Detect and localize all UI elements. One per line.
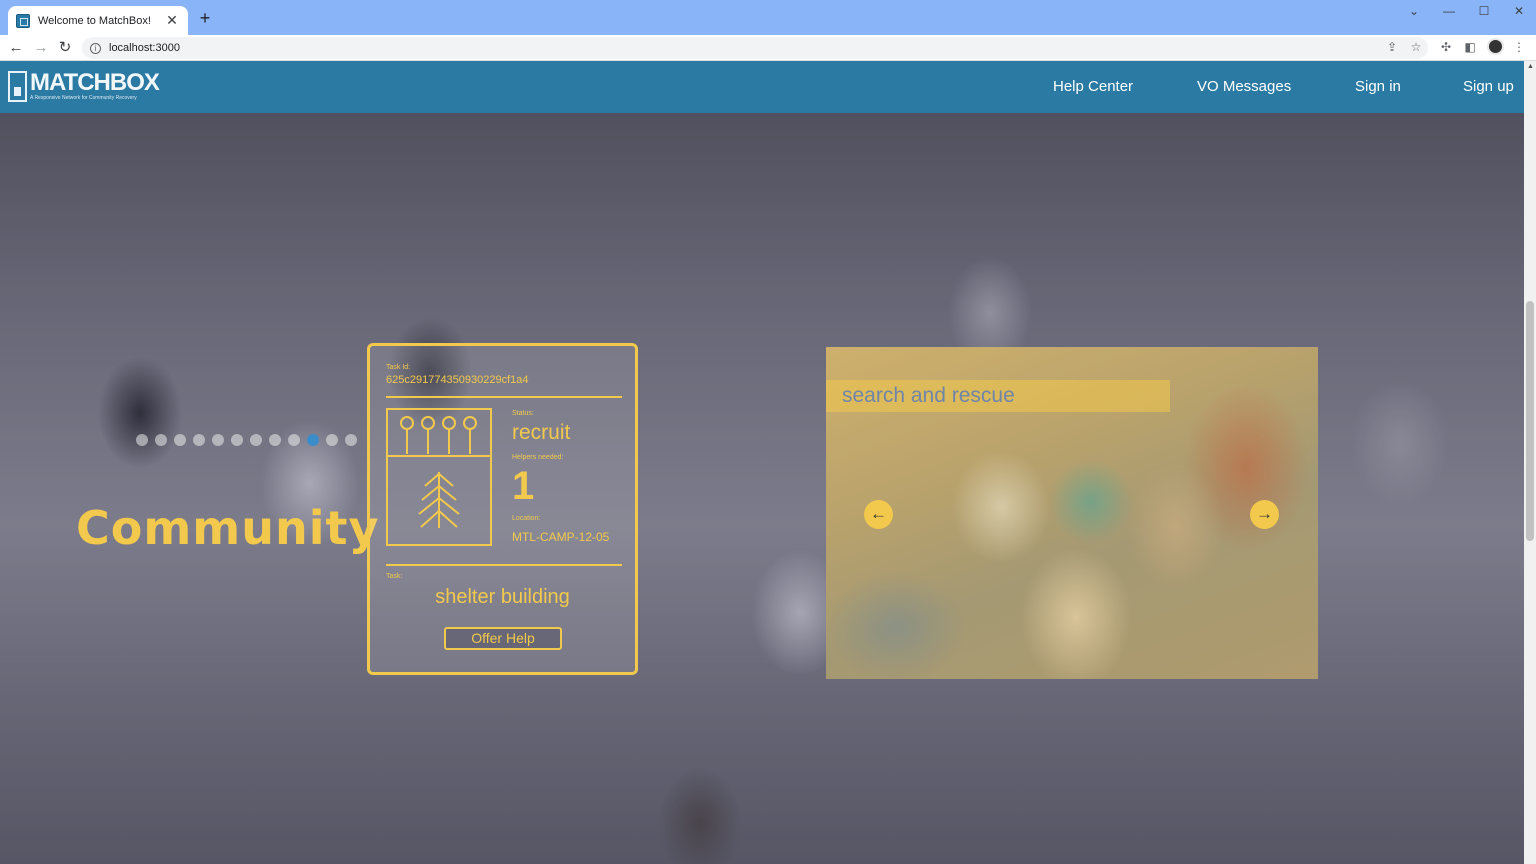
carousel-dot[interactable] [269,434,281,446]
matchbox-logo[interactable]: MATCHBOX A Responsive Network for Commun… [8,69,160,102]
reload-icon[interactable]: ↻ [55,38,75,58]
helpers-needed-label: Helpers needed: [512,454,564,461]
nav-vo-messages[interactable]: VO Messages [1197,78,1291,95]
logo-tagline: A Responsive Network for Community Recov… [30,95,137,101]
card-divider [386,564,622,566]
matchbox-task-icon [386,408,492,546]
profile-avatar[interactable] [1487,38,1504,55]
carousel-caption-bar: search and rescue [826,380,1170,412]
maximize-icon[interactable]: ☐ [1474,4,1494,18]
task-label: Task: [386,573,403,580]
address-bar[interactable]: i localhost:3000 [82,37,1428,59]
carousel-prev-arrow-icon[interactable]: ← [864,500,893,529]
image-carousel[interactable]: search and rescue ← → [826,347,1318,679]
status-label: Status: [512,410,534,417]
carousel-dot[interactable] [345,434,357,446]
carousel-dot[interactable] [212,434,224,446]
matchbox-favicon-icon [16,13,30,28]
browser-tab[interactable]: Welcome to MatchBox! ✕ [8,6,188,35]
nav-sign-in[interactable]: Sign in [1355,78,1401,95]
carousel-dot[interactable] [288,434,300,446]
browser-menu-icon[interactable]: ⋮ [1511,39,1527,55]
bookmark-star-icon[interactable]: ☆ [1408,39,1424,55]
close-tab-icon[interactable]: ✕ [164,12,180,29]
carousel-dot[interactable] [250,434,262,446]
card-divider [386,396,622,398]
carousel-dot[interactable] [136,434,148,446]
scroll-up-icon[interactable]: ▲ [1527,63,1534,70]
task-id-value: 625c291774350930229cf1a4 [386,374,529,386]
new-tab-icon[interactable]: + [196,9,214,27]
task-id-label: Task Id: [386,364,411,371]
browser-tab-strip: Welcome to MatchBox! ✕ + ⌄ — ☐ ✕ [0,0,1536,35]
url-text: localhost:3000 [109,42,180,54]
hero-heading: Community [76,501,380,555]
carousel-caption: search and rescue [842,384,1015,407]
carousel-dot[interactable] [193,434,205,446]
carousel-indicators [136,434,357,446]
carousel-dot[interactable] [155,434,167,446]
carousel-dot[interactable] [231,434,243,446]
location-value: MTL-CAMP-12-05 [512,530,610,544]
offer-help-button[interactable]: Offer Help [444,627,562,650]
close-window-icon[interactable]: ✕ [1509,4,1529,18]
site-navbar: MATCHBOX A Responsive Network for Commun… [0,61,1524,113]
location-label: Location: [512,515,541,522]
page-viewport: MATCHBOX A Responsive Network for Commun… [0,61,1536,864]
matchbox-logo-icon [8,71,27,102]
tab-search-icon[interactable]: ⌄ [1404,4,1424,18]
tab-title: Welcome to MatchBox! [38,14,151,27]
scrollbar-thumb[interactable] [1526,301,1534,541]
site-info-icon[interactable]: i [90,42,101,54]
task-card: Task Id: 625c291774350930229cf1a4 Status… [367,343,638,675]
nav-sign-up[interactable]: Sign up [1463,78,1514,95]
minimize-icon[interactable]: — [1439,4,1459,18]
forward-icon[interactable]: → [31,38,51,58]
share-icon[interactable]: ⇪ [1384,39,1400,55]
carousel-dot[interactable] [326,434,338,446]
extensions-puzzle-icon[interactable]: ✣ [1438,39,1454,55]
nav-help-center[interactable]: Help Center [1053,78,1133,95]
carousel-dot[interactable] [174,434,186,446]
browser-toolbar: ← → ↻ i localhost:3000 ⇪ ☆ ✣ ◧ ⋮ [0,35,1536,61]
side-panel-icon[interactable]: ◧ [1462,39,1478,55]
page-scrollbar[interactable]: ▲ [1524,61,1536,864]
task-name: shelter building [435,586,570,608]
back-icon[interactable]: ← [6,38,26,58]
logo-wordmark: MATCHBOX [30,69,160,96]
helpers-needed-value: 1 [512,464,535,508]
carousel-next-arrow-icon[interactable]: → [1250,500,1279,529]
status-value: recruit [512,421,571,444]
carousel-dot[interactable] [307,434,319,446]
